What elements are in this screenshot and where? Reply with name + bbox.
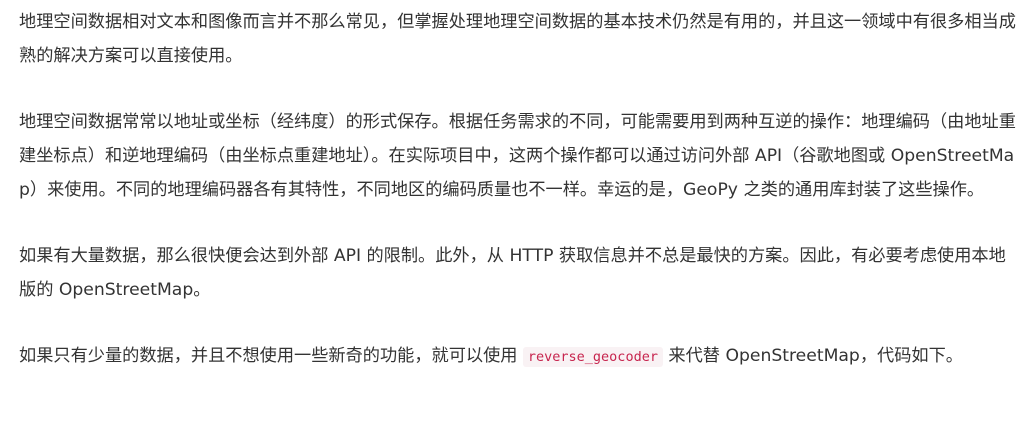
paragraph-geocoding: 地理空间数据常常以地址或坐标（经纬度）的形式保存。根据任务需求的不同，可能需要用…	[19, 112, 1016, 200]
paragraph-text-before-code: 如果只有少量的数据，并且不想使用一些新奇的功能，就可以使用	[19, 346, 523, 366]
paragraph-api-limits: 如果有大量数据，那么很快便会达到外部 API 的限制。此外，从 HTTP 获取信…	[19, 246, 1006, 300]
article-body: 地理空间数据相对文本和图像而言并不那么常见，但掌握处理地理空间数据的基本技术仍然…	[0, 0, 1024, 436]
paragraph-reverse-geocoder: 如果只有少量的数据，并且不想使用一些新奇的功能，就可以使用 reverse_ge…	[19, 339, 1018, 374]
paragraph-text-after-code: 来代替 OpenStreetMap，代码如下。	[662, 346, 963, 366]
paragraph-intro: 地理空间数据相对文本和图像而言并不那么常见，但掌握处理地理空间数据的基本技术仍然…	[19, 12, 1016, 66]
inline-code-reverse-geocoder: reverse_geocoder	[522, 347, 663, 367]
